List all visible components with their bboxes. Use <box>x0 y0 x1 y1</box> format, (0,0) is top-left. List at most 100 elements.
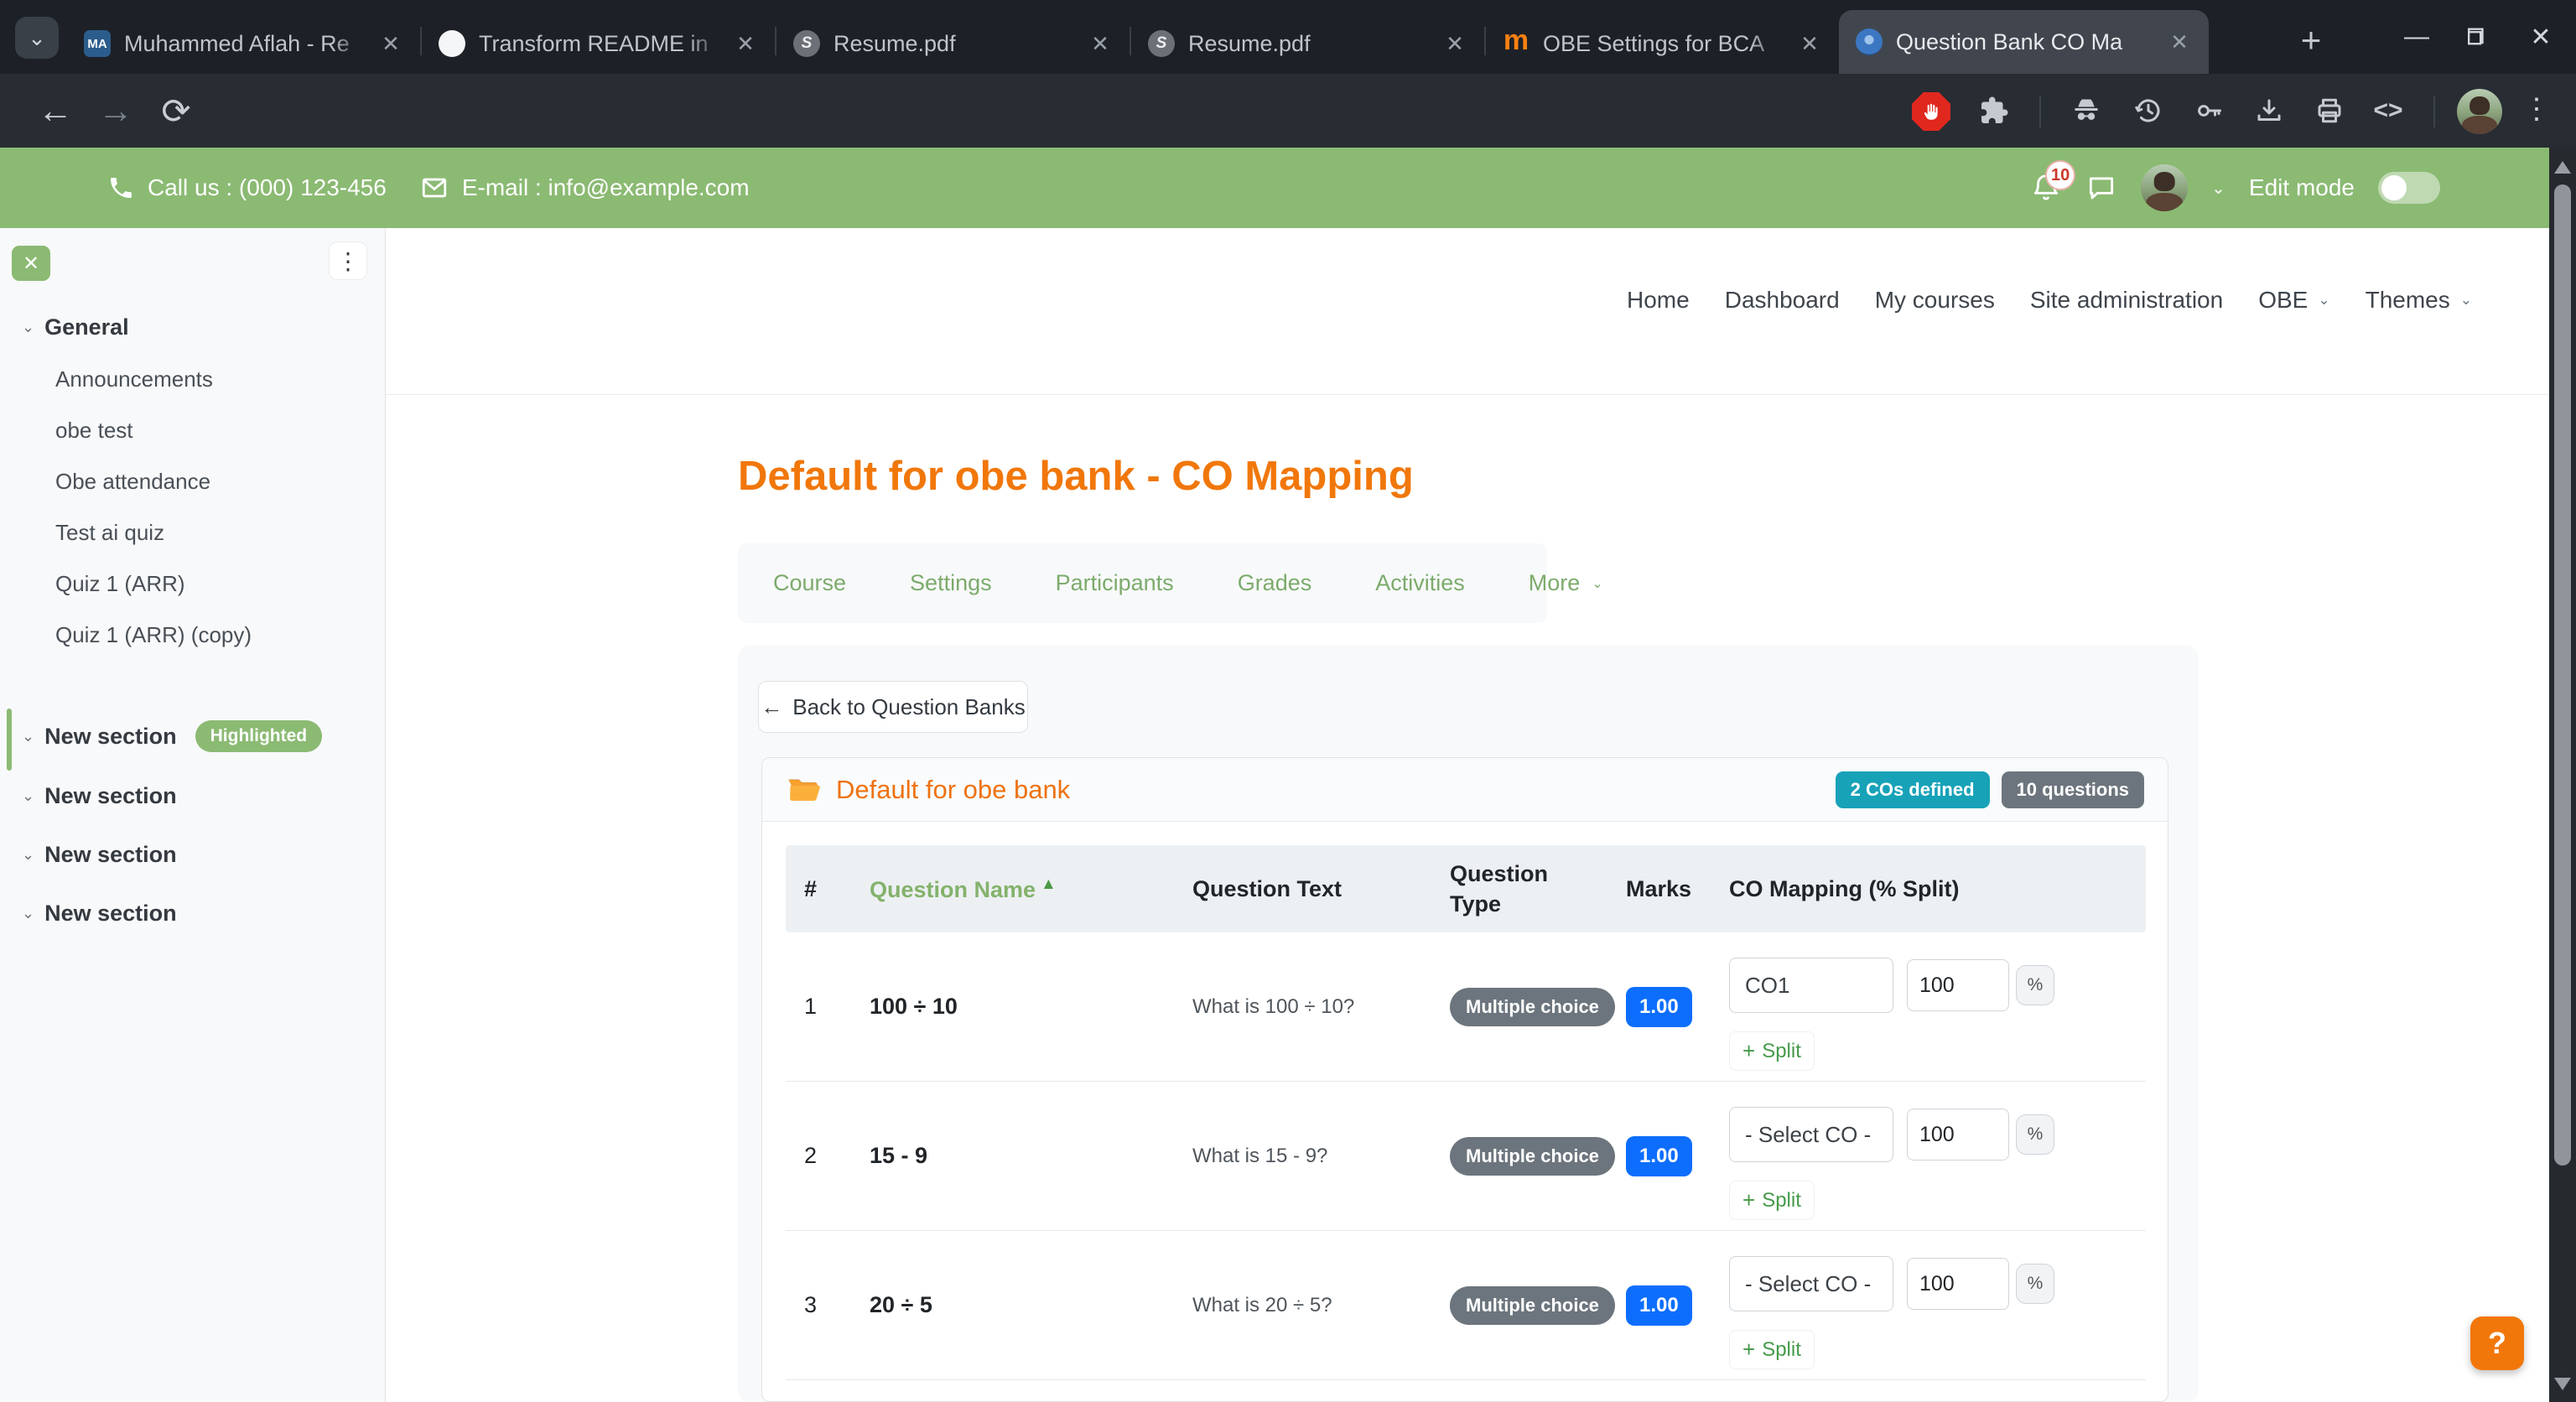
chevron-down-icon[interactable]: ⌄ <box>22 905 34 922</box>
browser-tab-active[interactable]: Question Bank CO Ma ✕ <box>1839 10 2209 74</box>
edit-mode-label: Edit mode <box>2249 174 2355 201</box>
edit-mode-toggle[interactable] <box>2378 172 2440 204</box>
sidebar-section-new-1[interactable]: ⌄ New section <box>0 766 386 825</box>
close-icon[interactable]: ✕ <box>1795 29 1824 58</box>
tab-course[interactable]: Course <box>773 570 846 596</box>
user-menu-chevron-icon[interactable]: ⌄ <box>2211 178 2225 199</box>
chevron-down-icon[interactable]: ⌄ <box>22 728 34 745</box>
split-button[interactable]: +Split <box>1729 1330 1815 1369</box>
help-button[interactable]: ? <box>2470 1316 2524 1370</box>
mapping-card: ← Back to Question Banks Default for obe… <box>738 646 2199 1402</box>
browser-tab[interactable]: Transform README in ✕ <box>422 13 775 74</box>
chevron-down-icon: ⌄ <box>28 25 46 51</box>
tab-search-button[interactable]: ⌄ <box>15 17 59 59</box>
drawer-kebab-menu[interactable]: ⋮ <box>329 241 367 280</box>
cos-defined-badge: 2 COs defined <box>1836 771 1990 808</box>
browser-tab[interactable]: MA Muhammed Aflah - Re ✕ <box>67 13 420 74</box>
tab-title: OBE Settings for BCA <box>1543 31 1787 57</box>
question-name: 15 - 9 <box>870 1143 1192 1169</box>
row-number: 1 <box>786 994 870 1020</box>
sidebar-section-new-2[interactable]: ⌄ New section <box>0 825 386 884</box>
tab-participants[interactable]: Participants <box>1056 570 1174 596</box>
percent-input[interactable] <box>1907 1258 2009 1310</box>
browser-tab[interactable]: m OBE Settings for BCA ✕ <box>1486 13 1839 74</box>
close-drawer-button[interactable]: ✕ <box>12 246 50 281</box>
downloads-icon[interactable] <box>2251 92 2288 129</box>
incognito-extension-icon[interactable] <box>2068 92 2105 129</box>
reload-button[interactable]: ⟳ <box>154 89 198 132</box>
scrollbar-thumb[interactable] <box>2554 184 2571 1166</box>
col-question-name[interactable]: Question Name▲ <box>870 875 1192 903</box>
chevron-down-icon[interactable]: ⌄ <box>22 319 34 336</box>
passwords-key-icon[interactable] <box>2190 92 2227 129</box>
sidebar-item-obe-test[interactable]: obe test <box>0 405 386 456</box>
print-icon[interactable] <box>2311 92 2348 129</box>
browser-tab[interactable]: S Resume.pdf ✕ <box>1131 13 1484 74</box>
notifications-bell-icon[interactable]: 10 <box>2030 172 2062 204</box>
col-co-mapping: CO Mapping (% Split) <box>1729 876 2146 902</box>
nav-dashboard[interactable]: Dashboard <box>1725 287 1840 314</box>
window-restore-button[interactable] <box>2462 25 2496 49</box>
tab-title: Muhammed Aflah - Re <box>124 31 368 57</box>
close-icon[interactable]: ✕ <box>1441 29 1469 58</box>
tab-more[interactable]: More <box>1529 570 1581 596</box>
back-button[interactable]: ← <box>34 89 77 132</box>
history-icon[interactable] <box>2130 92 2167 129</box>
adblock-extension-icon[interactable] <box>1912 92 1950 131</box>
scroll-up-arrow-icon[interactable] <box>2554 161 2571 174</box>
chevron-down-icon[interactable]: ⌄ <box>22 846 34 864</box>
messages-chat-icon[interactable] <box>2085 172 2117 204</box>
tab-title: Resume.pdf <box>1188 31 1432 57</box>
sidebar-item-quiz1[interactable]: Quiz 1 (ARR) <box>0 558 386 610</box>
page-title: Default for obe bank - CO Mapping <box>738 453 1414 500</box>
window-close-button[interactable]: ✕ <box>2524 23 2558 52</box>
window-minimize-button[interactable]: — <box>2400 23 2433 51</box>
browser-menu-kebab-icon[interactable]: ⋮ <box>2522 92 2551 126</box>
sidebar-section-new-3[interactable]: ⌄ New section <box>0 884 386 942</box>
user-avatar[interactable] <box>2141 164 2188 211</box>
row-number: 2 <box>786 1143 870 1169</box>
co-select-dropdown[interactable]: CO1 <box>1729 958 1893 1013</box>
tab-settings[interactable]: Settings <box>910 570 992 596</box>
close-icon[interactable]: ✕ <box>377 29 405 58</box>
close-icon[interactable]: ✕ <box>731 29 760 58</box>
split-button[interactable]: +Split <box>1729 1181 1815 1220</box>
folder-open-icon <box>786 775 821 805</box>
nav-site-administration[interactable]: Site administration <box>2030 287 2223 314</box>
dev-code-icon[interactable]: <> <box>2370 92 2407 129</box>
extensions-puzzle-icon[interactable] <box>1976 92 2012 129</box>
main-content: Home Dashboard My courses Site administr… <box>386 228 2549 1402</box>
co-select-dropdown[interactable]: - Select CO - <box>1729 1107 1893 1162</box>
scroll-down-arrow-icon[interactable] <box>2554 1378 2571 1390</box>
browser-tab[interactable]: S Resume.pdf ✕ <box>776 13 1130 74</box>
nav-my-courses[interactable]: My courses <box>1875 287 1995 314</box>
site-emblem-icon <box>1856 29 1883 55</box>
split-button[interactable]: +Split <box>1729 1031 1815 1071</box>
close-icon[interactable]: ✕ <box>1086 29 1114 58</box>
sidebar-section-new-highlighted[interactable]: ⌄ New section Highlighted <box>0 706 386 766</box>
co-select-dropdown[interactable]: - Select CO - <box>1729 1256 1893 1311</box>
sidebar-item-announcements[interactable]: Announcements <box>0 354 386 405</box>
page-scrollbar[interactable] <box>2549 148 2576 1402</box>
nav-obe-menu[interactable]: OBE <box>2258 287 2308 314</box>
nav-themes-menu[interactable]: Themes <box>2366 287 2450 314</box>
close-icon[interactable]: ✕ <box>2165 28 2194 56</box>
tab-grades[interactable]: Grades <box>1238 570 1312 596</box>
sidebar-section-general[interactable]: ⌄ General <box>0 300 386 354</box>
tab-activities[interactable]: Activities <box>1375 570 1465 596</box>
site-navbar: Home Dashboard My courses Site administr… <box>1627 287 2472 314</box>
nav-home[interactable]: Home <box>1627 287 1690 314</box>
sidebar-item-obe-attendance[interactable]: Obe attendance <box>0 456 386 507</box>
forward-button[interactable]: → <box>94 89 138 132</box>
col-number: # <box>786 876 870 902</box>
percent-input[interactable] <box>1907 959 2009 1011</box>
new-tab-button[interactable]: + <box>2291 20 2331 60</box>
sidebar-item-quiz1-copy[interactable]: Quiz 1 (ARR) (copy) <box>0 610 386 661</box>
percent-input[interactable] <box>1907 1109 2009 1161</box>
back-to-question-banks-button[interactable]: ← Back to Question Banks <box>758 681 1028 733</box>
chevron-down-icon[interactable]: ⌄ <box>22 787 34 805</box>
question-text: What is 15 - 9? <box>1192 1145 1450 1168</box>
percent-suffix: % <box>2016 1114 2054 1155</box>
browser-profile-avatar[interactable] <box>2457 89 2502 134</box>
sidebar-item-test-ai-quiz[interactable]: Test ai quiz <box>0 507 386 558</box>
